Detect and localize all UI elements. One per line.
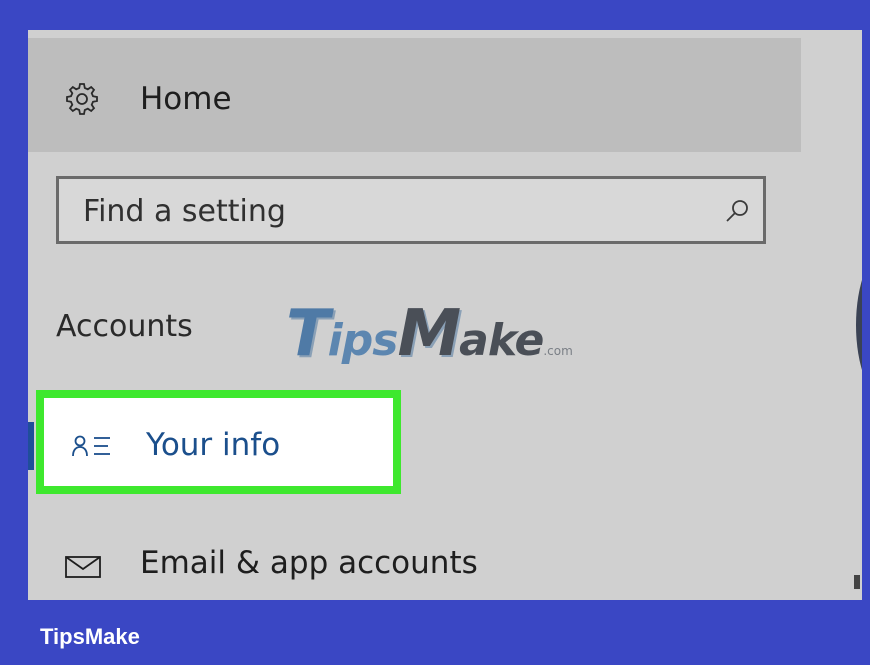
watermark-logo: TipsMake.com <box>286 297 573 371</box>
gear-icon <box>66 83 98 115</box>
search-input[interactable] <box>83 194 683 228</box>
nav-item-label: Email & app accounts <box>140 545 478 581</box>
search-icon[interactable] <box>723 197 751 225</box>
home-nav-item[interactable]: Home <box>28 38 801 152</box>
search-box[interactable] <box>56 176 766 244</box>
settings-panel: Home Accounts TipsMake.com Your info <box>28 30 862 600</box>
scroll-indicator <box>854 575 860 589</box>
person-list-icon <box>72 435 110 457</box>
home-label: Home <box>140 81 232 117</box>
nav-item-your-info[interactable]: Your info <box>36 390 401 494</box>
section-heading-accounts: Accounts <box>56 309 193 344</box>
profile-avatar-edge <box>856 250 862 400</box>
mail-icon <box>65 556 101 578</box>
nav-item-label: Your info <box>146 427 281 463</box>
brand-footer: TipsMake <box>40 624 140 649</box>
nav-item-email-app-accounts[interactable]: Email & app accounts <box>28 530 801 600</box>
selection-accent-bar <box>28 422 34 470</box>
